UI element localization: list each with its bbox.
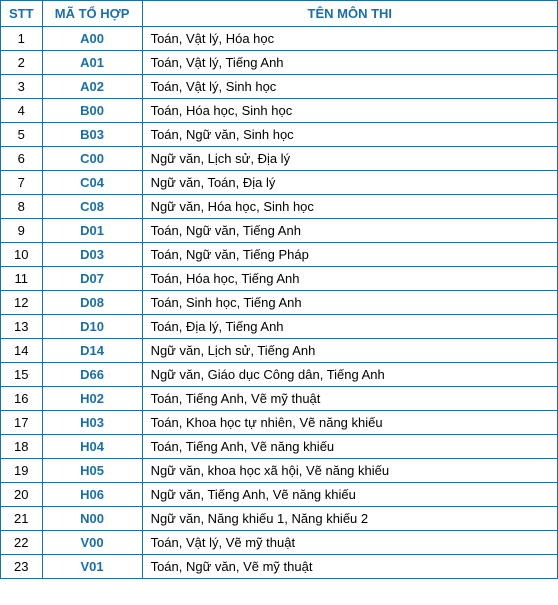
table-row: 12D08Toán, Sinh học, Tiếng Anh: [1, 291, 558, 315]
cell-stt: 13: [1, 315, 43, 339]
table-row: 10D03Toán, Ngữ văn, Tiếng Pháp: [1, 243, 558, 267]
cell-ma: H02: [42, 387, 142, 411]
cell-stt: 21: [1, 507, 43, 531]
table-row: 8C08Ngữ văn, Hóa học, Sinh học: [1, 195, 558, 219]
table-row: 20H06Ngữ văn, Tiếng Anh, Vẽ năng khiếu: [1, 483, 558, 507]
cell-stt: 4: [1, 99, 43, 123]
cell-ten: Toán, Vật lý, Tiếng Anh: [142, 51, 557, 75]
cell-ten: Toán, Vật lý, Sinh học: [142, 75, 557, 99]
cell-ma: C08: [42, 195, 142, 219]
cell-ten: Ngữ văn, Tiếng Anh, Vẽ năng khiếu: [142, 483, 557, 507]
table-row: 14D14Ngữ văn, Lịch sử, Tiếng Anh: [1, 339, 558, 363]
table-row: 18H04Toán, Tiếng Anh, Vẽ năng khiếu: [1, 435, 558, 459]
cell-ten: Toán, Vật lý, Hóa học: [142, 27, 557, 51]
header-stt: STT: [1, 1, 43, 27]
cell-stt: 5: [1, 123, 43, 147]
cell-ma: D01: [42, 219, 142, 243]
cell-stt: 6: [1, 147, 43, 171]
cell-ma: A01: [42, 51, 142, 75]
cell-ten: Toán, Khoa học tự nhiên, Vẽ năng khiếu: [142, 411, 557, 435]
table-row: 7C04Ngữ văn, Toán, Địa lý: [1, 171, 558, 195]
table-row: 21N00Ngữ văn, Năng khiếu 1, Năng khiếu 2: [1, 507, 558, 531]
cell-ma: D66: [42, 363, 142, 387]
main-container: STT MÃ TỔ HỢP TÊN MÔN THI 1A00Toán, Vật …: [0, 0, 558, 605]
cell-stt: 18: [1, 435, 43, 459]
cell-ma: N00: [42, 507, 142, 531]
cell-ma: D10: [42, 315, 142, 339]
cell-ma: V00: [42, 531, 142, 555]
table-row: 15D66Ngữ văn, Giáo dục Công dân, Tiếng A…: [1, 363, 558, 387]
table-row: 9D01Toán, Ngữ văn, Tiếng Anh: [1, 219, 558, 243]
cell-ten: Ngữ văn, Năng khiếu 1, Năng khiếu 2: [142, 507, 557, 531]
cell-stt: 10: [1, 243, 43, 267]
header-ten: TÊN MÔN THI: [142, 1, 557, 27]
cell-ma: A00: [42, 27, 142, 51]
cell-ma: V01: [42, 555, 142, 579]
cell-stt: 11: [1, 267, 43, 291]
subject-table: STT MÃ TỔ HỢP TÊN MÔN THI 1A00Toán, Vật …: [0, 0, 558, 579]
cell-stt: 15: [1, 363, 43, 387]
cell-ten: Toán, Tiếng Anh, Vẽ mỹ thuật: [142, 387, 557, 411]
cell-ten: Toán, Hóa học, Sinh học: [142, 99, 557, 123]
cell-ma: H04: [42, 435, 142, 459]
table-row: 6C00Ngữ văn, Lịch sử, Địa lý: [1, 147, 558, 171]
cell-stt: 3: [1, 75, 43, 99]
cell-stt: 9: [1, 219, 43, 243]
table-row: 3A02Toán, Vật lý, Sinh học: [1, 75, 558, 99]
cell-ten: Toán, Hóa học, Tiếng Anh: [142, 267, 557, 291]
table-row: 13D10Toán, Địa lý, Tiếng Anh: [1, 315, 558, 339]
cell-stt: 8: [1, 195, 43, 219]
cell-ten: Ngữ văn, Hóa học, Sinh học: [142, 195, 557, 219]
table-row: 4B00Toán, Hóa học, Sinh học: [1, 99, 558, 123]
cell-ten: Toán, Ngữ văn, Tiếng Pháp: [142, 243, 557, 267]
cell-stt: 17: [1, 411, 43, 435]
table-body: 1A00Toán, Vật lý, Hóa học2A01Toán, Vật l…: [1, 27, 558, 579]
cell-stt: 2: [1, 51, 43, 75]
cell-stt: 19: [1, 459, 43, 483]
cell-ma: D03: [42, 243, 142, 267]
cell-ma: D07: [42, 267, 142, 291]
cell-ma: H05: [42, 459, 142, 483]
cell-ten: Toán, Ngữ văn, Sinh học: [142, 123, 557, 147]
table-row: 11D07Toán, Hóa học, Tiếng Anh: [1, 267, 558, 291]
table-row: 17H03Toán, Khoa học tự nhiên, Vẽ năng kh…: [1, 411, 558, 435]
cell-stt: 12: [1, 291, 43, 315]
cell-stt: 7: [1, 171, 43, 195]
table-row: 2A01Toán, Vật lý, Tiếng Anh: [1, 51, 558, 75]
cell-ten: Ngữ văn, Lịch sử, Tiếng Anh: [142, 339, 557, 363]
header-ma: MÃ TỔ HỢP: [42, 1, 142, 27]
cell-ma: H03: [42, 411, 142, 435]
cell-ten: Toán, Vật lý, Vẽ mỹ thuật: [142, 531, 557, 555]
cell-ten: Ngữ văn, Giáo dục Công dân, Tiếng Anh: [142, 363, 557, 387]
cell-ma: A02: [42, 75, 142, 99]
cell-stt: 20: [1, 483, 43, 507]
cell-stt: 22: [1, 531, 43, 555]
cell-ten: Ngữ văn, Toán, Địa lý: [142, 171, 557, 195]
cell-stt: 23: [1, 555, 43, 579]
cell-ma: B00: [42, 99, 142, 123]
cell-stt: 1: [1, 27, 43, 51]
cell-ma: H06: [42, 483, 142, 507]
cell-ten: Ngữ văn, khoa học xã hội, Vẽ năng khiếu: [142, 459, 557, 483]
cell-stt: 16: [1, 387, 43, 411]
table-row: 22V00Toán, Vật lý, Vẽ mỹ thuật: [1, 531, 558, 555]
cell-ten: Toán, Địa lý, Tiếng Anh: [142, 315, 557, 339]
cell-ma: C04: [42, 171, 142, 195]
cell-ten: Toán, Tiếng Anh, Vẽ năng khiếu: [142, 435, 557, 459]
table-row: 16H02Toán, Tiếng Anh, Vẽ mỹ thuật: [1, 387, 558, 411]
cell-ten: Toán, Ngữ văn, Tiếng Anh: [142, 219, 557, 243]
table-row: 5B03Toán, Ngữ văn, Sinh học: [1, 123, 558, 147]
table-row: 1A00Toán, Vật lý, Hóa học: [1, 27, 558, 51]
cell-ten: Ngữ văn, Lịch sử, Địa lý: [142, 147, 557, 171]
cell-ten: Toán, Ngữ văn, Vẽ mỹ thuật: [142, 555, 557, 579]
cell-ten: Toán, Sinh học, Tiếng Anh: [142, 291, 557, 315]
cell-ma: D14: [42, 339, 142, 363]
cell-stt: 14: [1, 339, 43, 363]
cell-ma: C00: [42, 147, 142, 171]
cell-ma: B03: [42, 123, 142, 147]
table-row: 19H05Ngữ văn, khoa học xã hội, Vẽ năng k…: [1, 459, 558, 483]
table-header-row: STT MÃ TỔ HỢP TÊN MÔN THI: [1, 1, 558, 27]
cell-ma: D08: [42, 291, 142, 315]
table-row: 23V01Toán, Ngữ văn, Vẽ mỹ thuật: [1, 555, 558, 579]
